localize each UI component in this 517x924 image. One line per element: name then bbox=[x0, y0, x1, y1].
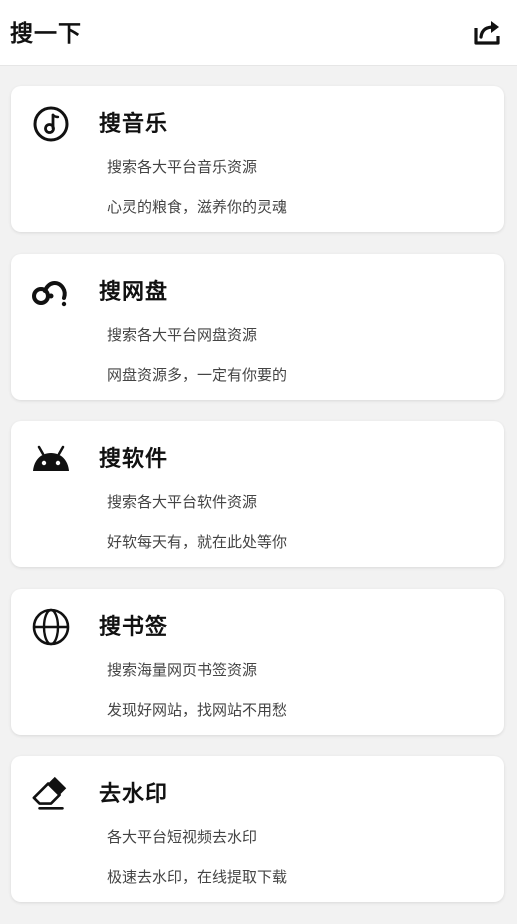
globe-icon bbox=[31, 607, 71, 647]
card-search-software[interactable]: 搜软件 搜索各大平台软件资源 好软每天有，就在此处等你 bbox=[11, 421, 504, 567]
card-slogan: 网盘资源多，一定有你要的 bbox=[107, 365, 288, 384]
card-slogan: 极速去水印，在线提取下载 bbox=[107, 868, 288, 886]
share-icon bbox=[474, 21, 500, 45]
card-description: 搜索海量网页书签资源 bbox=[107, 660, 258, 679]
card-search-music[interactable]: 搜音乐 搜索各大平台音乐资源 心灵的粮食，滋养你的灵魂 bbox=[11, 86, 504, 232]
card-search-bookmarks[interactable]: 搜书签 搜索海量网页书签资源 发现好网站，找网站不用愁 bbox=[11, 588, 504, 735]
card-title: 搜软件 bbox=[99, 447, 169, 472]
feature-list: 搜音乐 搜索各大平台音乐资源 心灵的粮食，滋养你的灵魂 搜网盘 搜索各大平台网盘… bbox=[11, 86, 504, 924]
card-title: 搜书签 bbox=[99, 614, 169, 640]
card-title: 搜音乐 bbox=[99, 112, 169, 137]
netdisk-icon bbox=[31, 272, 71, 312]
card-slogan: 发现好网站，找网站不用愁 bbox=[107, 700, 288, 719]
android-icon bbox=[31, 439, 71, 479]
card-description: 搜索各大平台音乐资源 bbox=[107, 158, 258, 176]
card-title: 搜网盘 bbox=[99, 279, 169, 305]
card-remove-watermark[interactable]: 去水印 各大平台短视频去水印 极速去水印，在线提取下载 bbox=[11, 756, 504, 902]
card-slogan: 心灵的粮食，滋养你的灵魂 bbox=[107, 198, 288, 216]
card-description: 各大平台短视频去水印 bbox=[107, 828, 258, 846]
card-description: 搜索各大平台软件资源 bbox=[107, 493, 258, 511]
card-description: 搜索各大平台网盘资源 bbox=[107, 325, 258, 344]
card-title: 去水印 bbox=[99, 782, 169, 807]
app-header: 搜一下 bbox=[0, 0, 517, 66]
eraser-icon bbox=[31, 774, 71, 814]
card-slogan: 好软每天有，就在此处等你 bbox=[107, 533, 288, 551]
share-button[interactable] bbox=[468, 12, 508, 52]
music-disc-icon bbox=[31, 104, 71, 144]
page-title: 搜一下 bbox=[10, 21, 82, 47]
card-search-netdisk[interactable]: 搜网盘 搜索各大平台网盘资源 网盘资源多，一定有你要的 bbox=[11, 253, 504, 400]
